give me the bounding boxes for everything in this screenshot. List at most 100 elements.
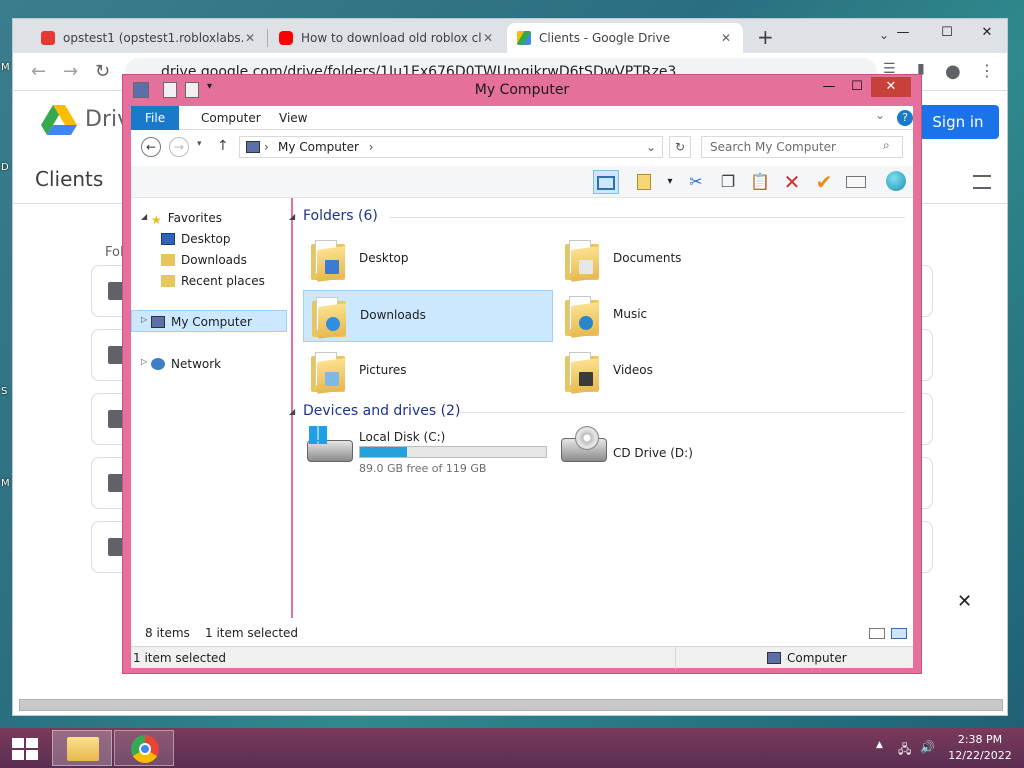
up-arrow-icon[interactable]: ↑ — [217, 138, 229, 154]
group-header-devices[interactable]: Devices and drives (2) — [303, 403, 460, 419]
folder-label: Downloads — [360, 308, 426, 322]
expand-chevron-icon[interactable]: ▷ — [141, 315, 147, 324]
forward-arrow-icon[interactable]: → — [169, 137, 189, 157]
select-all-icon[interactable] — [631, 170, 657, 194]
list-view-icon[interactable] — [973, 175, 991, 189]
taskbar-chrome[interactable] — [114, 730, 174, 766]
cut-scissors-icon[interactable]: ✂ — [683, 170, 709, 194]
folder-label: Videos — [613, 363, 653, 377]
tab-view[interactable]: View — [265, 106, 321, 130]
file-explorer-icon — [67, 737, 99, 761]
network-tray-icon[interactable]: 🖧 — [898, 740, 911, 761]
expand-ribbon-chevron-icon[interactable]: ⌄ — [875, 108, 885, 122]
explorer-titlebar[interactable]: ▾ My Computer — ☐ ✕ — [123, 75, 921, 105]
folder-desktop[interactable]: Desktop — [303, 234, 553, 286]
browser-tab-youtube[interactable]: How to download old roblox client ✕ — [269, 23, 505, 53]
folder-music[interactable]: Music — [557, 290, 807, 342]
group-divider — [389, 217, 905, 218]
back-arrow-icon[interactable]: ← — [141, 137, 161, 157]
reload-icon[interactable]: ↻ — [95, 61, 110, 82]
nav-label: Desktop — [181, 232, 231, 246]
address-dropdown-chevron-icon[interactable]: ⌄ — [646, 137, 656, 157]
search-input[interactable]: Search My Computer — [701, 136, 903, 158]
close-button[interactable]: ✕ — [871, 77, 911, 97]
collapse-group-chevron-icon[interactable]: ◢ — [289, 407, 295, 416]
folder-videos[interactable]: Videos — [557, 346, 807, 398]
nav-favorites[interactable]: ★ Favorites — [151, 208, 222, 228]
browser-tab-drive[interactable]: Clients - Google Drive ✕ — [507, 23, 743, 53]
maximize-button[interactable]: ☐ — [843, 77, 871, 97]
back-arrow-icon[interactable]: ← — [31, 61, 46, 82]
status-selected-text: 1 item selected — [133, 651, 227, 665]
new-tab-button[interactable]: + — [757, 25, 774, 49]
breadcrumb-chevron-icon[interactable]: › — [264, 137, 269, 157]
close-tab-icon[interactable]: ✕ — [719, 31, 733, 45]
refresh-icon[interactable]: ↻ — [669, 136, 691, 158]
nav-my-computer[interactable]: My Computer — [151, 312, 252, 332]
close-button[interactable]: ✕ — [967, 19, 1007, 47]
taskbar: ▲ 🖧 🔊 2:38 PM 12/22/2022 — [0, 728, 1024, 768]
delete-icon[interactable]: ✕ — [779, 170, 805, 194]
chrome-icon-center — [139, 743, 151, 755]
breadcrumb-chevron-icon[interactable]: › — [369, 140, 374, 154]
tab-strip: opstest1 (opstest1.robloxlabs.com) ✕ How… — [13, 19, 1007, 53]
folder-downloads[interactable]: Downloads — [303, 290, 553, 342]
explorer-address-bar[interactable]: › My Computer › ⌄ — [239, 136, 663, 158]
show-hidden-icons-chevron-icon[interactable]: ▲ — [876, 740, 883, 750]
browser-tab-opstest[interactable]: opstest1 (opstest1.robloxlabs.com) ✕ — [31, 23, 267, 53]
tab-file[interactable]: File — [131, 106, 180, 130]
sign-in-button[interactable]: Sign in — [917, 105, 999, 139]
item-count: 8 items — [145, 626, 190, 640]
expand-chevron-icon[interactable]: ▷ — [141, 357, 147, 366]
paste-clipboard-icon[interactable]: 📋 — [747, 170, 773, 194]
drive-cd-d[interactable]: CD Drive (D:) — [557, 426, 807, 486]
windows-logo-icon — [309, 426, 327, 444]
help-icon[interactable]: ? — [897, 110, 913, 126]
folder-documents[interactable]: Documents — [557, 234, 807, 286]
start-button-windows-icon[interactable] — [12, 738, 38, 760]
desktop-icon-fragment: M — [1, 62, 10, 73]
ribbon-tabs: File Computer View ⌄ ? — [131, 106, 913, 130]
downloads-folder-icon — [161, 254, 175, 266]
folder-label: Music — [613, 307, 648, 321]
system-clock[interactable]: 2:38 PM 12/22/2022 — [940, 732, 1020, 764]
copy-icon[interactable]: ❐ — [715, 170, 741, 194]
tab-title: How to download old roblox client — [301, 31, 481, 45]
collapse-group-chevron-icon[interactable]: ◢ — [289, 212, 295, 221]
search-icon[interactable]: ⌕ — [883, 138, 890, 153]
content-pane: ◢ Folders (6) Desktop Documents Download… — [289, 198, 913, 618]
profile-avatar-icon[interactable]: ● — [945, 61, 961, 82]
folder-icon — [311, 352, 345, 394]
nav-recent-places[interactable]: Recent places — [161, 271, 265, 291]
group-header-folders[interactable]: Folders (6) — [303, 208, 378, 224]
menu-kebab-icon[interactable]: ⋮ — [979, 61, 995, 80]
minimize-button[interactable]: — — [883, 19, 923, 47]
tab-computer[interactable]: Computer — [187, 106, 275, 130]
rename-icon[interactable] — [843, 170, 869, 194]
volume-speaker-icon[interactable]: 🔊 — [920, 740, 935, 754]
horizontal-scrollbar[interactable] — [19, 699, 1003, 711]
preview-pane-icon[interactable] — [593, 170, 619, 194]
drive-local-disk-c[interactable]: Local Disk (C:) 89.0 GB free of 119 GB — [303, 426, 553, 486]
recent-locations-chevron-icon[interactable]: ▾ — [197, 139, 202, 149]
details-view-icon[interactable] — [869, 628, 885, 639]
nav-network[interactable]: Network — [151, 354, 221, 374]
select-dropdown-chevron-icon[interactable]: ▾ — [657, 170, 683, 194]
star-icon: ★ — [151, 213, 162, 227]
nav-desktop[interactable]: Desktop — [161, 229, 231, 249]
large-icons-view-icon[interactable] — [891, 628, 907, 639]
globe-icon[interactable] — [883, 170, 909, 194]
nav-downloads[interactable]: Downloads — [161, 250, 247, 270]
close-tab-icon[interactable]: ✕ — [481, 31, 495, 45]
dismiss-close-icon[interactable]: ✕ — [957, 591, 972, 612]
nav-label: Downloads — [181, 253, 247, 267]
close-tab-icon[interactable]: ✕ — [243, 31, 257, 45]
folders-header: Fol — [105, 245, 124, 260]
taskbar-file-explorer[interactable] — [52, 730, 112, 766]
check-icon[interactable]: ✔ — [811, 170, 837, 194]
forward-arrow-icon[interactable]: → — [63, 61, 78, 82]
minimize-button[interactable]: — — [815, 77, 843, 97]
collapse-chevron-icon[interactable]: ◢ — [141, 212, 147, 221]
maximize-button[interactable]: ☐ — [927, 19, 967, 47]
folder-pictures[interactable]: Pictures — [303, 346, 553, 398]
